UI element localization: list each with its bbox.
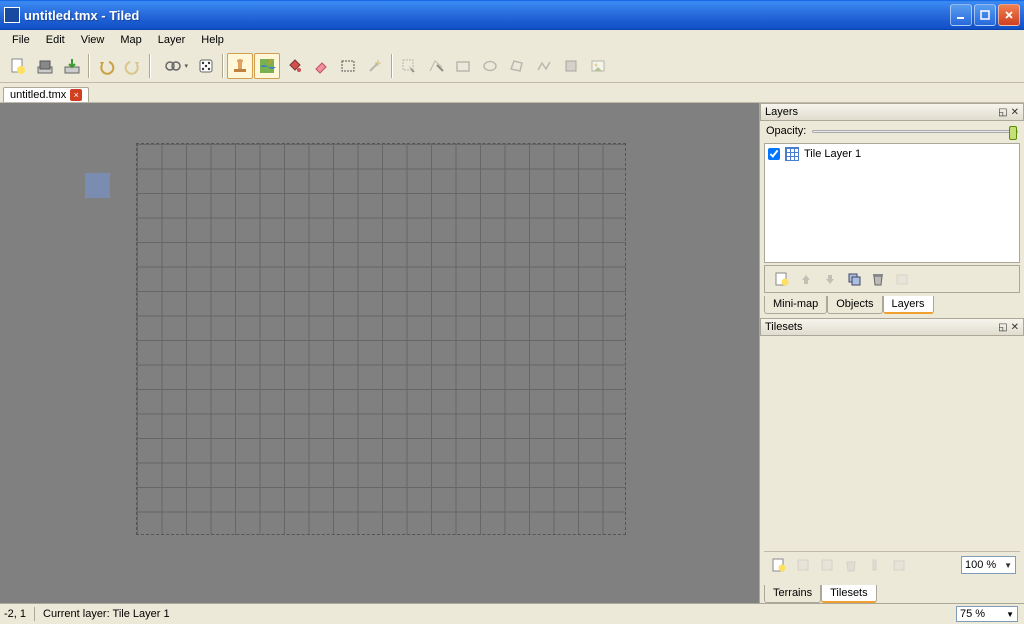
delete-tileset-button[interactable] <box>840 555 862 575</box>
edit-polygons-button[interactable] <box>423 53 449 79</box>
layer-visibility-checkbox[interactable] <box>768 148 780 160</box>
layers-panel-title: Layers <box>765 106 798 118</box>
layer-down-button[interactable] <box>819 269 841 289</box>
tab-minimap[interactable]: Mini-map <box>764 296 827 314</box>
layers-panel-tabs: Mini-map Objects Layers <box>760 293 1024 314</box>
slider-thumb[interactable] <box>1009 126 1017 140</box>
new-layer-button[interactable] <box>771 269 793 289</box>
window-controls <box>950 4 1020 26</box>
map-canvas[interactable] <box>0 103 759 603</box>
duplicate-layer-button[interactable] <box>843 269 865 289</box>
tab-layers[interactable]: Layers <box>883 296 934 314</box>
tile-layer-icon <box>785 147 799 161</box>
tilesets-toolbar: 100 % ▼ <box>764 551 1020 578</box>
tilesets-panel-tabs: Terrains Tilesets <box>760 582 1024 603</box>
separator <box>391 54 393 78</box>
layers-toolbar <box>764 265 1020 293</box>
delete-layer-button[interactable] <box>867 269 889 289</box>
insert-rectangle-button[interactable] <box>450 53 476 79</box>
document-tab-label: untitled.tmx <box>10 89 66 101</box>
app-icon <box>4 7 20 23</box>
tab-terrains[interactable]: Terrains <box>764 585 821 603</box>
status-coords: -2, 1 <box>4 608 26 620</box>
undo-button[interactable] <box>93 53 119 79</box>
separator <box>34 607 35 621</box>
document-tab[interactable]: untitled.tmx × <box>3 87 89 102</box>
layers-panel-header: Layers ◱ ✕ <box>760 103 1024 121</box>
close-tab-icon[interactable]: × <box>70 89 82 101</box>
opacity-slider[interactable] <box>812 130 1018 133</box>
menu-view[interactable]: View <box>73 32 113 48</box>
map-zoom-select[interactable]: 75 % ▼ <box>956 606 1018 622</box>
menu-edit[interactable]: Edit <box>38 32 73 48</box>
main-toolbar <box>0 50 1024 83</box>
separator <box>222 54 224 78</box>
minimize-button[interactable] <box>950 4 972 26</box>
stamp-tool-button[interactable] <box>227 53 253 79</box>
insert-polyline-button[interactable] <box>531 53 557 79</box>
titlebar: untitled.tmx - Tiled <box>0 0 1024 30</box>
status-current-layer: Current layer: Tile Layer 1 <box>43 608 170 620</box>
eraser-tool-button[interactable] <box>308 53 334 79</box>
random-button[interactable] <box>193 53 219 79</box>
menu-layer[interactable]: Layer <box>150 32 194 48</box>
menu-file[interactable]: File <box>4 32 38 48</box>
fill-tool-button[interactable] <box>281 53 307 79</box>
select-objects-button[interactable] <box>396 53 422 79</box>
undock-icon[interactable]: ◱ <box>998 107 1007 118</box>
layer-list[interactable]: Tile Layer 1 <box>764 143 1020 263</box>
map-grid <box>136 143 626 535</box>
opacity-label: Opacity: <box>766 125 806 137</box>
close-panel-icon[interactable]: ✕ <box>1011 107 1019 118</box>
tilesets-body: 100 % ▼ <box>764 338 1020 578</box>
opacity-row: Opacity: <box>760 121 1024 141</box>
insert-tile-button[interactable] <box>558 53 584 79</box>
main-area: Layers ◱ ✕ Opacity: Tile Layer 1 Mini-ma <box>0 103 1024 603</box>
save-button[interactable] <box>59 53 85 79</box>
layer-name-label: Tile Layer 1 <box>804 148 861 160</box>
menubar: File Edit View Map Layer Help <box>0 30 1024 50</box>
tileset-zoom-value: 100 % <box>965 559 996 571</box>
map-zoom-value: 75 % <box>960 608 985 620</box>
maximize-button[interactable] <box>974 4 996 26</box>
tileset-zoom-select[interactable]: 100 % ▼ <box>961 556 1016 574</box>
rect-select-button[interactable] <box>335 53 361 79</box>
separator <box>88 54 90 78</box>
import-tileset-button[interactable] <box>792 555 814 575</box>
dropdown-icon: ▼ <box>1004 561 1012 570</box>
redo-button[interactable] <box>120 53 146 79</box>
layer-row[interactable]: Tile Layer 1 <box>768 147 1016 161</box>
document-tab-row: untitled.tmx × <box>0 83 1024 103</box>
undock-icon[interactable]: ◱ <box>998 322 1007 333</box>
open-button[interactable] <box>32 53 58 79</box>
tilesets-panel-header: Tilesets ◱ ✕ <box>760 318 1024 336</box>
new-file-button[interactable] <box>5 53 31 79</box>
command-button[interactable] <box>154 53 192 79</box>
tilesets-panel-title: Tilesets <box>765 321 803 333</box>
side-panels: Layers ◱ ✕ Opacity: Tile Layer 1 Mini-ma <box>759 103 1024 603</box>
separator <box>149 54 151 78</box>
rename-tileset-button[interactable] <box>864 555 886 575</box>
layer-properties-button[interactable] <box>891 269 913 289</box>
statusbar: -2, 1 Current layer: Tile Layer 1 75 % ▼ <box>0 603 1024 624</box>
layer-up-button[interactable] <box>795 269 817 289</box>
menu-help[interactable]: Help <box>193 32 232 48</box>
close-button[interactable] <box>998 4 1020 26</box>
insert-polygon-button[interactable] <box>504 53 530 79</box>
dropdown-icon: ▼ <box>1006 610 1014 619</box>
new-tileset-button[interactable] <box>768 555 790 575</box>
tab-objects[interactable]: Objects <box>827 296 882 314</box>
terrain-tool-button[interactable] <box>254 53 280 79</box>
wand-select-button[interactable] <box>362 53 388 79</box>
export-tileset-button[interactable] <box>816 555 838 575</box>
window-title: untitled.tmx - Tiled <box>24 8 950 23</box>
tile-cursor-highlight <box>85 173 110 198</box>
tileset-properties-button[interactable] <box>888 555 910 575</box>
close-panel-icon[interactable]: ✕ <box>1011 322 1019 333</box>
tab-tilesets[interactable]: Tilesets <box>821 585 877 603</box>
menu-map[interactable]: Map <box>112 32 149 48</box>
insert-ellipse-button[interactable] <box>477 53 503 79</box>
insert-image-button[interactable] <box>585 53 611 79</box>
